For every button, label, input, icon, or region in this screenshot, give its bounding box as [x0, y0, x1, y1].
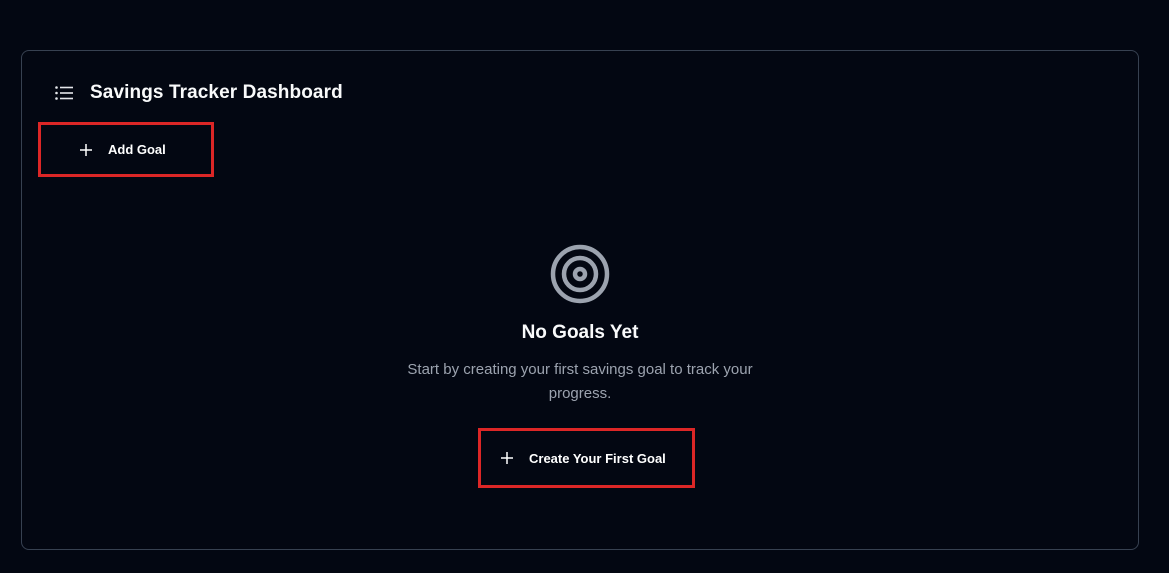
plus-icon [500, 451, 514, 465]
plus-icon [79, 143, 93, 157]
create-first-goal-label: Create Your First Goal [529, 450, 666, 466]
create-first-goal-button[interactable]: Create Your First Goal [478, 428, 695, 488]
page-title: Savings Tracker Dashboard [90, 82, 343, 103]
empty-state-title: No Goals Yet [521, 322, 639, 343]
add-goal-button[interactable]: Add Goal [38, 122, 214, 177]
target-icon [549, 243, 611, 305]
list-icon [54, 83, 74, 103]
empty-state-description: Start by creating your first savings goa… [407, 361, 753, 402]
dashboard-header: Savings Tracker Dashboard [54, 82, 343, 104]
add-goal-label: Add Goal [108, 142, 166, 157]
empty-state: No Goals Yet Start by creating your firs… [22, 243, 1138, 406]
dashboard-card: Savings Tracker Dashboard Add Goal No Go… [21, 50, 1139, 550]
